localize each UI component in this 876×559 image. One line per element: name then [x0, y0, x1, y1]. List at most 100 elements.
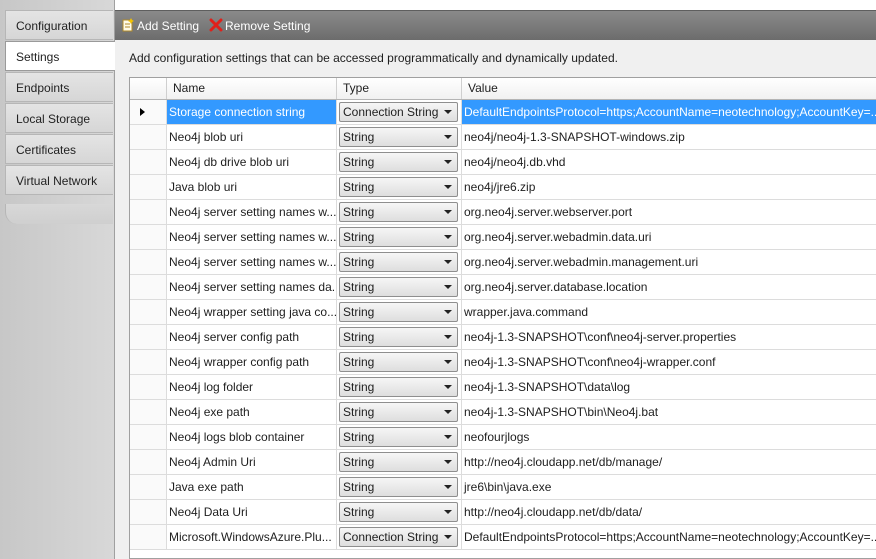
tab-certificates[interactable]: Certificates — [5, 134, 113, 164]
chevron-down-icon[interactable] — [444, 310, 452, 314]
tab-local-storage[interactable]: Local Storage — [5, 103, 113, 133]
setting-type-dropdown[interactable]: String — [339, 302, 458, 322]
tab-configuration[interactable]: Configuration — [5, 10, 113, 40]
setting-type-dropdown[interactable]: String — [339, 427, 458, 447]
chevron-down-icon[interactable] — [444, 410, 452, 414]
table-row[interactable]: Neo4j db drive blob uri String neo4j/neo4j… — [130, 150, 876, 175]
tab-virtual-network[interactable]: Virtual Network — [5, 165, 113, 195]
setting-type-dropdown[interactable]: String — [339, 477, 458, 497]
setting-type-dropdown[interactable]: String — [339, 252, 458, 272]
setting-type-dropdown[interactable]: String — [339, 277, 458, 297]
row-header-cell[interactable] — [130, 375, 167, 399]
row-header-cell[interactable] — [130, 125, 167, 149]
setting-value-cell[interactable]: org.neo4j.server.webserver.port — [462, 200, 876, 224]
setting-value-cell[interactable]: org.neo4j.server.webadmin.management.uri — [462, 250, 876, 274]
setting-name-cell[interactable]: Neo4j server setting names da... — [167, 275, 337, 299]
setting-value-cell[interactable]: wrapper.java.command — [462, 300, 876, 324]
setting-type-dropdown[interactable]: String — [339, 177, 458, 197]
chevron-down-icon[interactable] — [444, 360, 452, 364]
setting-value-cell[interactable]: org.neo4j.server.database.location — [462, 275, 876, 299]
table-row[interactable]: Neo4j server setting names w... String org… — [130, 250, 876, 275]
chevron-down-icon[interactable] — [444, 110, 452, 114]
chevron-down-icon[interactable] — [444, 510, 452, 514]
row-header-cell[interactable] — [130, 325, 167, 349]
setting-name-cell[interactable]: Neo4j server setting names w... — [167, 200, 337, 224]
setting-value-cell[interactable]: org.neo4j.server.webadmin.data.uri — [462, 225, 876, 249]
chevron-down-icon[interactable] — [444, 185, 452, 189]
setting-value-cell[interactable]: http://neo4j.cloudapp.net/db/manage/ — [462, 450, 876, 474]
table-row[interactable]: Microsoft.WindowsAzure.Plu... Connection … — [130, 525, 876, 550]
setting-type-dropdown[interactable]: Connection String — [339, 102, 458, 122]
chevron-down-icon[interactable] — [444, 135, 452, 139]
table-row[interactable]: Neo4j server setting names w... String org… — [130, 200, 876, 225]
table-row[interactable]: Java blob uri String neo4j/jre6.zip — [130, 175, 876, 200]
setting-value-cell[interactable]: neofourjlogs — [462, 425, 876, 449]
setting-type-dropdown[interactable]: String — [339, 452, 458, 472]
table-row[interactable]: Neo4j wrapper setting java co... String wr… — [130, 300, 876, 325]
setting-value-cell[interactable]: neo4j-1.3-SNAPSHOT\bin\Neo4j.bat — [462, 400, 876, 424]
setting-type-dropdown[interactable]: Connection String — [339, 527, 458, 547]
setting-name-cell[interactable]: Java blob uri — [167, 175, 337, 199]
column-header-type[interactable]: Type — [337, 78, 462, 99]
chevron-down-icon[interactable] — [444, 535, 452, 539]
tab-settings[interactable]: Settings — [5, 41, 115, 71]
setting-name-cell[interactable]: Neo4j logs blob container — [167, 425, 337, 449]
table-row[interactable]: Neo4j Admin Uri String http://neo4j.clouda… — [130, 450, 876, 475]
row-header-cell[interactable] — [130, 150, 167, 174]
table-row[interactable]: Neo4j wrapper config path String neo4j-1.3… — [130, 350, 876, 375]
setting-name-cell[interactable]: Neo4j blob uri — [167, 125, 337, 149]
setting-type-dropdown[interactable]: String — [339, 502, 458, 522]
setting-type-dropdown[interactable]: String — [339, 152, 458, 172]
table-row[interactable]: Storage connection string Connection Stri… — [130, 100, 876, 125]
row-header-cell[interactable] — [130, 250, 167, 274]
setting-name-cell[interactable]: Neo4j wrapper setting java co... — [167, 300, 337, 324]
chevron-down-icon[interactable] — [444, 235, 452, 239]
setting-name-cell[interactable]: Neo4j log folder — [167, 375, 337, 399]
setting-name-cell[interactable]: Microsoft.WindowsAzure.Plu... — [167, 525, 337, 549]
chevron-down-icon[interactable] — [444, 385, 452, 389]
setting-value-cell[interactable]: neo4j-1.3-SNAPSHOT\data\log — [462, 375, 876, 399]
table-row[interactable]: Neo4j log folder String neo4j-1.3-SNAPSHOT… — [130, 375, 876, 400]
setting-name-cell[interactable]: Neo4j exe path — [167, 400, 337, 424]
setting-value-cell[interactable]: DefaultEndpointsProtocol=https;AccountNa… — [462, 525, 876, 549]
setting-value-cell[interactable]: neo4j/neo4j-1.3-SNAPSHOT-windows.zip — [462, 125, 876, 149]
setting-value-cell[interactable]: jre6\bin\java.exe — [462, 475, 876, 499]
column-header-value[interactable]: Value — [462, 78, 876, 99]
setting-value-cell[interactable]: neo4j-1.3-SNAPSHOT\conf\neo4j-server.pro… — [462, 325, 876, 349]
row-header-cell[interactable] — [130, 300, 167, 324]
setting-name-cell[interactable]: Neo4j server config path — [167, 325, 337, 349]
row-header-cell[interactable] — [130, 100, 167, 124]
setting-type-dropdown[interactable]: String — [339, 227, 458, 247]
row-header-cell[interactable] — [130, 400, 167, 424]
tab-endpoints[interactable]: Endpoints — [5, 72, 113, 102]
chevron-down-icon[interactable] — [444, 160, 452, 164]
chevron-down-icon[interactable] — [444, 335, 452, 339]
setting-type-dropdown[interactable]: String — [339, 402, 458, 422]
setting-value-cell[interactable]: neo4j/jre6.zip — [462, 175, 876, 199]
setting-type-dropdown[interactable]: String — [339, 377, 458, 397]
setting-name-cell[interactable]: Storage connection string — [167, 100, 337, 124]
setting-value-cell[interactable]: neo4j/neo4j.db.vhd — [462, 150, 876, 174]
row-header-cell[interactable] — [130, 275, 167, 299]
chevron-down-icon[interactable] — [444, 485, 452, 489]
setting-type-dropdown[interactable]: String — [339, 327, 458, 347]
column-header-name[interactable]: Name — [167, 78, 337, 99]
table-row[interactable]: Neo4j exe path String neo4j-1.3-SNAPSHOT\b… — [130, 400, 876, 425]
setting-name-cell[interactable]: Neo4j db drive blob uri — [167, 150, 337, 174]
chevron-down-icon[interactable] — [444, 210, 452, 214]
chevron-down-icon[interactable] — [444, 460, 452, 464]
setting-name-cell[interactable]: Java exe path — [167, 475, 337, 499]
setting-value-cell[interactable]: DefaultEndpointsProtocol=https;AccountNa… — [462, 100, 876, 124]
add-setting-button[interactable]: Add Setting — [121, 16, 199, 36]
row-header-cell[interactable] — [130, 350, 167, 374]
chevron-down-icon[interactable] — [444, 435, 452, 439]
row-header-cell[interactable] — [130, 525, 167, 549]
row-header-cell[interactable] — [130, 475, 167, 499]
table-row[interactable]: Neo4j server setting names da... String or… — [130, 275, 876, 300]
chevron-down-icon[interactable] — [444, 260, 452, 264]
table-row[interactable]: Neo4j server config path String neo4j-1.3-… — [130, 325, 876, 350]
setting-type-dropdown[interactable]: String — [339, 202, 458, 222]
table-row[interactable]: Neo4j logs blob container String neofourjl… — [130, 425, 876, 450]
row-header-cell[interactable] — [130, 500, 167, 524]
setting-name-cell[interactable]: Neo4j server setting names w... — [167, 225, 337, 249]
